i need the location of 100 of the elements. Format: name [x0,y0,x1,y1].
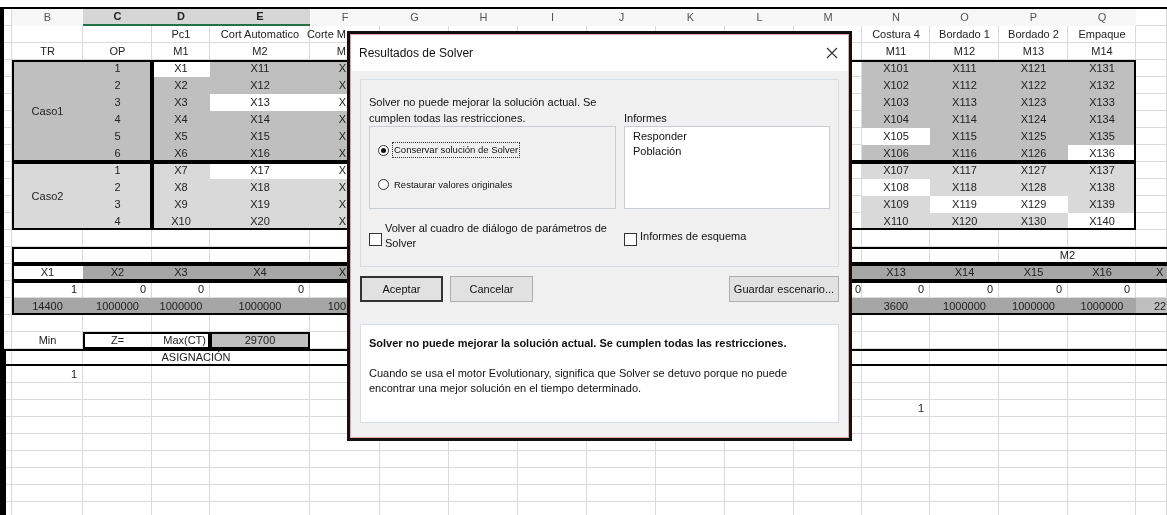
variable-cell: X125 [999,128,1068,145]
variable-cell: X2 [152,77,210,94]
operation-number: 3 [83,196,152,213]
column-header: G [380,9,449,26]
variable-cell: X105 [862,128,930,145]
column-title: TR [39,44,56,59]
operation-number: 5 [83,128,152,145]
variable-cell: X114 [930,111,999,128]
variable-cell: X133 [1068,94,1136,111]
assignment-value: 1 [916,401,925,416]
variable-cell: X139 [1068,196,1136,213]
value: 0 [853,282,862,297]
machine-code: M12 [952,44,977,59]
value: 0 [985,282,994,297]
variable-cell: X122 [999,77,1068,94]
variable-cell: X12 [210,77,310,94]
operation-number: 4 [83,111,152,128]
variable-cell: X115 [930,128,999,145]
variable-cell: X14 [210,111,310,128]
column-header: H [449,9,518,26]
dialog-button[interactable]: Cancelar [450,276,533,302]
variable-cell: X109 [862,196,930,213]
variable-cell: X3 [152,94,210,111]
variable-cell: X13 [210,94,310,111]
radio-option[interactable]: Restaurar valores originales [378,176,607,193]
objective-label: Min [37,333,58,348]
variable-cell: X19 [210,196,310,213]
column-header: J [587,9,656,26]
reports-label: Informes [624,111,668,126]
dialog-button[interactable]: Guardar escenario... [729,276,839,302]
radio-button[interactable] [378,179,389,191]
value: 0 [1054,282,1063,297]
machine-code: M13 [1021,44,1046,59]
column-header: N [862,9,930,26]
machine-name: Bordado 1 [938,27,991,42]
value: 0 [1122,282,1131,297]
operation-number: 2 [83,77,152,94]
column-header: I [518,9,587,26]
block-title: M2 [1058,248,1077,263]
variable-cell: X9 [152,196,210,213]
case-label: Caso1 [12,60,83,162]
variable-cell: X118 [930,179,999,196]
machine-code: M11 [884,44,908,59]
variable-cell: X134 [1068,111,1136,128]
variable-cell: X103 [862,94,930,111]
checkbox[interactable] [369,232,382,246]
variable-cell: X8 [152,179,210,196]
column-header: E [210,9,310,26]
column-header: F [310,9,380,26]
column-header: K [656,9,725,26]
machine-name: Costura 4 [871,27,921,42]
value: 0 [196,282,205,297]
machine-name: Pc1 [170,27,192,42]
variable-cell: X5 [152,128,210,145]
objective-function: Max(CT) [162,333,207,348]
column-header: B [12,9,83,26]
variable-cell: X138 [1068,179,1136,196]
column-title: OP [108,44,127,59]
assignment-value: 1 [69,367,78,382]
details-text: Cuando se usa el motor Evolutionary, significa que Solver se detuvo porque no puede encontrar una mejor solución en el tiempo determinado. [369,365,789,396]
variable-cell: X129 [999,196,1068,213]
variable-cell: X123 [999,94,1068,111]
column-header: Q [1068,9,1136,26]
variable-cell: X113 [930,94,999,111]
value: 0 [296,282,305,297]
variable-cell: X132 [1068,77,1136,94]
column-header: C [83,9,152,26]
column-header: L [725,9,794,26]
variable-cell: X124 [999,111,1068,128]
dialog-button[interactable]: Aceptar [360,276,443,302]
machine-code: M2 [251,44,269,59]
machine-code: M1 [172,44,190,59]
section-title: ASIGNACIÓN [160,350,232,365]
variable-cell: X15 [210,128,310,145]
value: 0 [916,282,925,297]
variable-cell: X102 [862,77,930,94]
variable-cell: X18 [210,179,310,196]
value: 0 [138,282,147,297]
radio-button[interactable] [378,144,389,156]
dialog-title: Resultados de Solver [359,45,474,62]
checkbox-option[interactable]: Informes de esquema [624,221,830,251]
variable-cell: X119 [930,196,999,213]
value: 1 [69,282,78,297]
column-header: O [930,9,999,26]
variable-cell: X104 [862,111,930,128]
reports-list[interactable]: Responder Población [624,126,830,209]
operation-number: 3 [83,94,152,111]
case-label: Caso2 [12,162,83,230]
variable-cell: X128 [999,179,1068,196]
close-icon [826,47,838,59]
list-item[interactable]: Responder [633,129,821,144]
column-header: P [999,9,1068,26]
list-item[interactable]: Población [633,144,821,159]
column-header: M [794,9,862,26]
variable-cell: X4 [152,111,210,128]
variable-cell: X135 [1068,128,1136,145]
column-header: D [152,9,210,26]
machine-name: Empaque [1077,27,1127,42]
checkbox[interactable] [624,232,637,246]
machine-name: Bordado 2 [1007,27,1060,42]
